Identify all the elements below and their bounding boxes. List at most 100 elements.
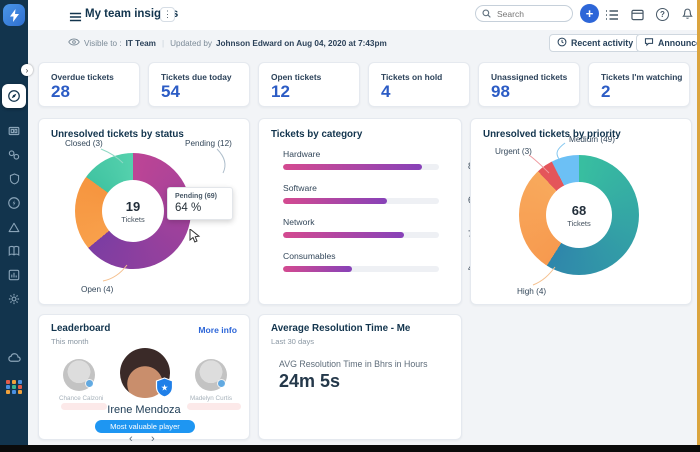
- announcement-bubble-icon: [644, 37, 654, 49]
- donut-total: 19: [126, 199, 140, 214]
- sidebar-item-solutions-book-icon[interactable]: [5, 242, 23, 260]
- carousel-prev-button[interactable]: ‹: [129, 433, 133, 445]
- bar-track: [283, 232, 439, 238]
- recent-activity-label: Recent activity: [571, 38, 633, 48]
- freshservice-logo-icon[interactable]: [3, 4, 25, 26]
- donut-total: 68: [572, 203, 586, 218]
- bar-fill: [283, 198, 387, 204]
- dashboard-meta-bar: Visible to : IT Team | Updated by Johnso…: [28, 30, 697, 58]
- stat-value: 54: [161, 82, 180, 102]
- donut-tooltip: Pending (69) 64 %: [167, 187, 233, 220]
- sidebar-item-changes-icon[interactable]: [5, 194, 23, 212]
- app-window: › My team insights ⋮ + ?: [0, 0, 700, 452]
- stat-label: Open tickets: [271, 72, 321, 82]
- clock-icon: [557, 37, 567, 49]
- priority-donut-card: Unresolved tickets by priority 68 Ticket…: [470, 118, 692, 305]
- slice-label-urgent: Urgent (3): [495, 147, 532, 156]
- donut-total-label: Tickets: [567, 219, 590, 228]
- recent-items-list-icon[interactable]: [604, 7, 619, 22]
- bar-label: Consumables: [283, 251, 451, 261]
- search-input[interactable]: [495, 8, 565, 20]
- metric-value: 24m 5s: [279, 371, 340, 392]
- notifications-bell-icon[interactable]: [680, 6, 695, 21]
- visible-to-label: Visible to :: [84, 39, 122, 48]
- topbar: My team insights ⋮ + ?: [28, 0, 697, 30]
- mvp-shield-star-icon: ★: [155, 377, 174, 398]
- category-bar-card: Tickets by category Hardware 8 Software …: [258, 118, 462, 305]
- stat-card-watching[interactable]: Tickets I'm watching 2: [588, 62, 690, 107]
- dashboard-options-kebab-button[interactable]: ⋮: [160, 7, 175, 22]
- bar-fill: [283, 232, 404, 238]
- stat-label: Overdue tickets: [51, 72, 114, 82]
- sidebar-item-security-shield-icon[interactable]: [5, 170, 23, 188]
- stat-card-overdue[interactable]: Overdue tickets 28: [38, 62, 140, 107]
- card-subtitle: Last 30 days: [271, 337, 314, 346]
- bar-track: [283, 266, 439, 272]
- sidebar-item-analytics-icon[interactable]: [5, 266, 23, 284]
- search-icon: [482, 5, 491, 23]
- bar-row[interactable]: Network 7: [283, 217, 451, 238]
- stat-value: 4: [381, 82, 390, 102]
- sidebar-item-problems-icon[interactable]: [5, 218, 23, 236]
- bar-track: [283, 198, 439, 204]
- stat-card-on-hold[interactable]: Tickets on hold 4: [368, 62, 470, 107]
- app-switcher-icon[interactable]: [6, 380, 22, 394]
- recent-activity-button[interactable]: Recent activity: [549, 34, 641, 52]
- status-donut-card: Unresolved tickets by status 19 Tickets …: [38, 118, 250, 305]
- sidebar-item-workspaces-icon[interactable]: [5, 122, 23, 140]
- stat-card-unassigned[interactable]: Unassigned tickets 98: [478, 62, 580, 107]
- card-title: Tickets by category: [271, 129, 362, 140]
- sidebar-item-dashboard[interactable]: [2, 84, 26, 108]
- slice-label-pending: Pending (12): [185, 139, 232, 148]
- visibility-eye-icon: [68, 38, 80, 48]
- divider: |: [162, 39, 164, 48]
- stat-value: 2: [601, 82, 610, 102]
- carousel-next-button[interactable]: ›: [151, 433, 155, 445]
- bar-label: Hardware: [283, 149, 451, 159]
- donut-total-label: Tickets: [121, 215, 144, 224]
- stat-label: Tickets on hold: [381, 72, 442, 82]
- slice-label-closed: Closed (3): [65, 139, 103, 148]
- bar-label: Software: [283, 183, 451, 193]
- sidebar-item-integrations-icon[interactable]: [5, 146, 23, 164]
- sidebar-item-cloud-icon[interactable]: [5, 348, 23, 366]
- leaderboard-period: This month: [51, 337, 89, 346]
- search-box[interactable]: [475, 5, 573, 22]
- winner-name: Irene Mendoza: [39, 404, 249, 416]
- tooltip-value: 64 %: [175, 202, 225, 214]
- stat-card-open[interactable]: Open tickets 12: [258, 62, 360, 107]
- bar-fill: [283, 164, 422, 170]
- stat-value: 98: [491, 82, 510, 102]
- slice-label-medium: Medium (49): [569, 135, 615, 144]
- updated-by: Johnson Edward on Aug 04, 2020 at 7:43pm: [216, 39, 387, 48]
- stat-label: Tickets due today: [161, 72, 232, 82]
- stat-value: 12: [271, 82, 290, 102]
- avg-resolution-card: Average Resolution Time - Me Last 30 day…: [258, 314, 462, 440]
- bar-row[interactable]: Consumables 4: [283, 251, 451, 272]
- announcements-label: Announcements: [658, 38, 700, 48]
- slice-label-high: High (4): [517, 287, 546, 296]
- svg-text:★: ★: [161, 383, 169, 393]
- bar-row[interactable]: Software 6: [283, 183, 451, 204]
- bar-track: [283, 164, 439, 170]
- metric-label: AVG Resolution Time in Bhrs in Hours: [279, 359, 427, 369]
- leaderboard-card: Leaderboard This month More info Chance …: [38, 314, 250, 440]
- runnerup-name: Chance Calzoni: [59, 395, 103, 402]
- slice-label-open: Open (4): [81, 285, 113, 294]
- sidebar-item-settings-gear-icon[interactable]: [5, 290, 23, 308]
- sidebar-expand-button[interactable]: ›: [21, 64, 33, 76]
- stat-value: 28: [51, 82, 70, 102]
- stat-card-due-today[interactable]: Tickets due today 54: [148, 62, 250, 107]
- announcements-button[interactable]: Announcements: [636, 34, 700, 52]
- hamburger-menu-icon[interactable]: [68, 9, 83, 24]
- verified-badge-icon: [85, 379, 94, 388]
- updated-prefix: Updated by: [170, 39, 212, 48]
- card-title: Average Resolution Time - Me: [271, 323, 410, 334]
- help-icon[interactable]: ?: [656, 8, 669, 21]
- bar-fill: [283, 266, 352, 272]
- bar-row[interactable]: Hardware 8: [283, 149, 451, 170]
- calendar-window-icon[interactable]: [630, 7, 645, 22]
- card-title: Leaderboard: [51, 323, 110, 334]
- more-info-link[interactable]: More info: [198, 325, 237, 335]
- new-item-plus-button[interactable]: +: [580, 4, 599, 23]
